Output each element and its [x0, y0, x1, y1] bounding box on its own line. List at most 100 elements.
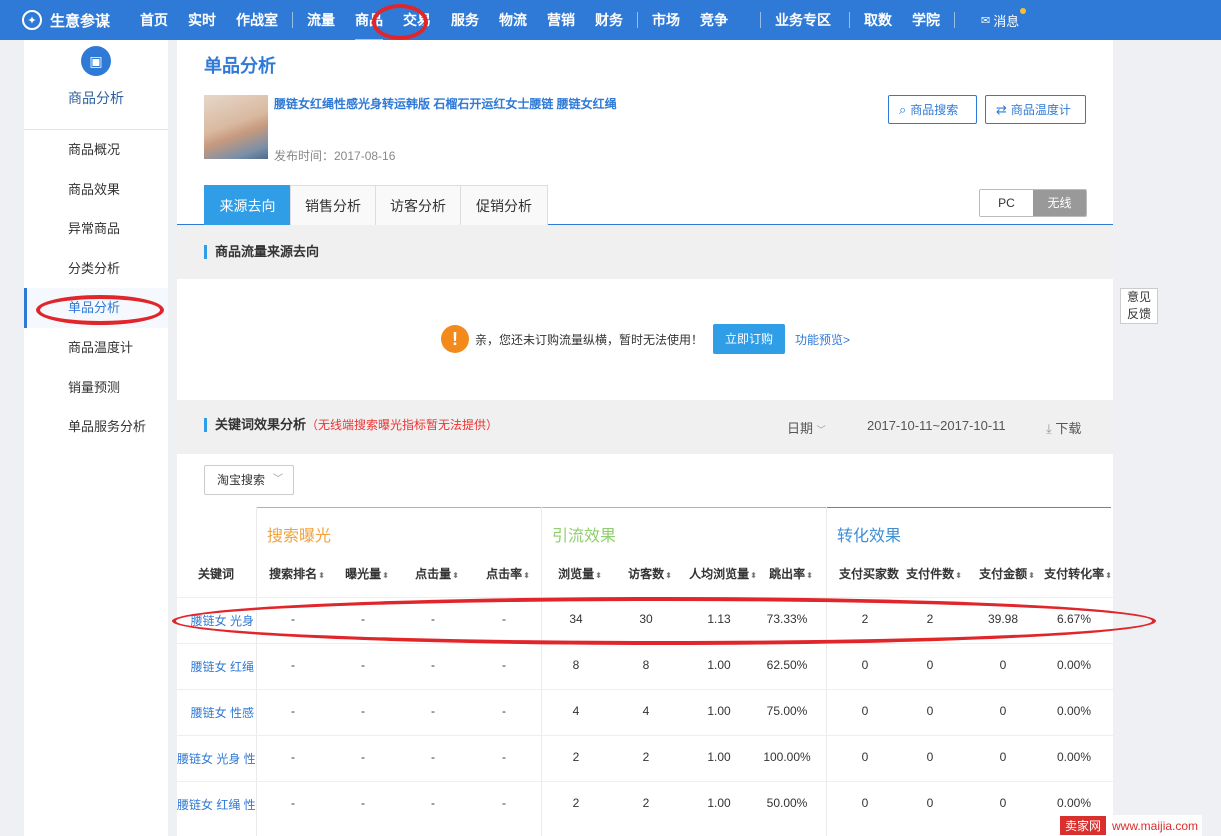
column-header[interactable]: 支付件数⬍: [899, 565, 969, 582]
product-name-link[interactable]: 腰链女红绳性感光身转运韩版 石榴石开运红女士腰链 腰链女红绳: [274, 95, 617, 112]
column-header[interactable]: 支付金额⬍: [972, 565, 1042, 582]
table-cell: 0: [926, 658, 934, 672]
shopping-bag-icon: ▣: [81, 46, 111, 76]
download-icon: ⤓: [1046, 421, 1052, 436]
nav-item-finance[interactable]: 财务: [595, 10, 623, 30]
keyword-link[interactable]: 腰链女 红绳 性: [177, 796, 256, 813]
column-header-label: 支付转化率: [1044, 567, 1105, 581]
column-header[interactable]: 支付买家数: [829, 565, 909, 582]
sidebar-item-overview[interactable]: 商品概况: [24, 130, 168, 170]
nav-divider: [954, 12, 955, 28]
tab-sales[interactable]: 销售分析: [290, 185, 376, 225]
group-search-exposure: 搜索曝光: [257, 507, 541, 555]
table-cell: -: [291, 750, 295, 764]
column-header-label: 浏览量: [558, 567, 595, 581]
table-cell: -: [361, 612, 365, 626]
group-traffic-effect: 引流效果: [542, 507, 826, 555]
nav-divider: [292, 12, 293, 28]
feature-preview-link[interactable]: 功能预览>: [795, 331, 850, 348]
sort-icon: ⬍: [1105, 571, 1112, 580]
column-header-label: 搜索排名: [269, 567, 318, 581]
column-header[interactable]: 支付转化率⬍: [1041, 565, 1115, 582]
nav-divider: [849, 12, 850, 28]
nav-item-academy[interactable]: 学院: [912, 10, 940, 30]
publish-time: 发布时间：2017-08-16: [274, 149, 396, 163]
nav-item-service[interactable]: 服务: [451, 10, 479, 30]
sort-icon: ⬍: [382, 571, 389, 580]
column-header[interactable]: 访客数⬍: [617, 565, 683, 582]
product-thumbnail[interactable]: [204, 95, 268, 159]
table-cell: -: [361, 658, 365, 672]
table-cell: -: [291, 796, 295, 810]
sidebar-item-abnormal[interactable]: 异常商品: [24, 209, 168, 249]
nav-item-business-zone[interactable]: 业务专区: [775, 10, 831, 30]
keyword-link[interactable]: 腰链女 光身: [177, 612, 256, 629]
feedback-button[interactable]: 意见 反馈: [1120, 288, 1158, 324]
download-button[interactable]: ⤓ 下载: [1046, 418, 1081, 437]
sort-icon: ⬍: [1028, 571, 1035, 580]
column-header[interactable]: 搜索排名⬍: [262, 565, 332, 582]
message-link[interactable]: ✉ 消息: [981, 7, 1027, 30]
nav-item-market[interactable]: 市场: [652, 10, 680, 30]
column-header[interactable]: 点击率⬍: [473, 565, 543, 582]
keyword-link[interactable]: 腰链女 光身 性: [177, 750, 256, 767]
table-cell: 0.00%: [1056, 658, 1092, 672]
nav-item-data-fetch[interactable]: 取数: [864, 10, 892, 30]
column-header: 关键词: [185, 565, 247, 582]
tab-visitors[interactable]: 访客分析: [375, 185, 461, 225]
keyword-link[interactable]: 腰链女 红绳: [177, 658, 256, 675]
nav-item-trade[interactable]: 交易: [403, 10, 431, 30]
nav-item-marketing[interactable]: 营销: [547, 10, 575, 30]
thermometer-label: 商品温度计: [1010, 103, 1071, 117]
buy-now-button[interactable]: 立即订购: [713, 324, 786, 354]
subscription-notice: ! 亲，您还未订购流量纵横，暂时无法使用！ 立即订购 功能预览>: [441, 324, 850, 354]
table-cell: 100.00%: [763, 750, 811, 764]
column-header[interactable]: 浏览量⬍: [547, 565, 613, 582]
search-icon: ⌕: [899, 101, 907, 117]
table-cell: 1.00: [707, 658, 731, 672]
table-cell: 8: [572, 658, 580, 672]
sort-icon: ⬍: [806, 571, 813, 580]
nav-item-product[interactable]: 商品: [355, 10, 383, 42]
column-header-label: 支付买家数: [838, 567, 899, 581]
sidebar-header: ▣ 商品分析: [24, 40, 168, 130]
sort-icon: ⬍: [523, 571, 530, 580]
table-cell: 75.00%: [766, 704, 808, 718]
table-cell: 39.98: [987, 612, 1019, 626]
nav-item-logistics[interactable]: 物流: [499, 10, 527, 30]
sidebar-item-effect[interactable]: 商品效果: [24, 170, 168, 210]
table-cell: 2: [926, 612, 934, 626]
keyword-link[interactable]: 腰链女 性感: [177, 704, 256, 721]
column-header[interactable]: 跳出率⬍: [761, 565, 821, 582]
column-header[interactable]: 点击量⬍: [402, 565, 472, 582]
source-select[interactable]: 淘宝搜索 ﹀: [204, 465, 294, 495]
sidebar-item-thermometer[interactable]: 商品温度计: [24, 328, 168, 368]
swap-icon: ⇄: [996, 101, 1007, 117]
nav-item-competition[interactable]: 竞争: [700, 10, 728, 30]
table-cell: -: [502, 704, 506, 718]
date-picker[interactable]: 日期 ﹀: [787, 418, 826, 437]
table-cell: 34: [569, 612, 583, 626]
device-pc[interactable]: PC: [980, 190, 1033, 216]
table-cell: 2: [861, 612, 869, 626]
sidebar-item-sales-forecast[interactable]: 销量预测: [24, 368, 168, 408]
thermometer-button[interactable]: ⇄ 商品温度计: [985, 95, 1086, 124]
sidebar-item-category[interactable]: 分类分析: [24, 249, 168, 289]
sidebar-item-service-analysis[interactable]: 单品服务分析: [24, 407, 168, 447]
tab-source[interactable]: 来源去向: [204, 185, 291, 225]
nav-item-warroom[interactable]: 作战室: [236, 10, 278, 30]
nav-item-home[interactable]: 首页: [140, 10, 168, 30]
watermark-badge: 卖家网: [1060, 816, 1107, 835]
nav-item-traffic[interactable]: 流量: [307, 10, 335, 30]
nav-item-realtime[interactable]: 实时: [188, 10, 216, 30]
table-cell: 0: [926, 750, 934, 764]
brand[interactable]: ✦ 生意参谋: [0, 10, 140, 31]
product-search-button[interactable]: ⌕ 商品搜索: [888, 95, 977, 124]
table-cell: 0: [999, 796, 1007, 810]
column-header[interactable]: 人均浏览量⬍: [682, 565, 764, 582]
date-label: 日期: [787, 421, 814, 436]
tab-promotion[interactable]: 促销分析: [460, 185, 548, 225]
sidebar-item-single-product[interactable]: 单品分析: [24, 288, 168, 328]
device-wireless[interactable]: 无线: [1033, 190, 1086, 216]
column-header[interactable]: 曝光量⬍: [332, 565, 402, 582]
